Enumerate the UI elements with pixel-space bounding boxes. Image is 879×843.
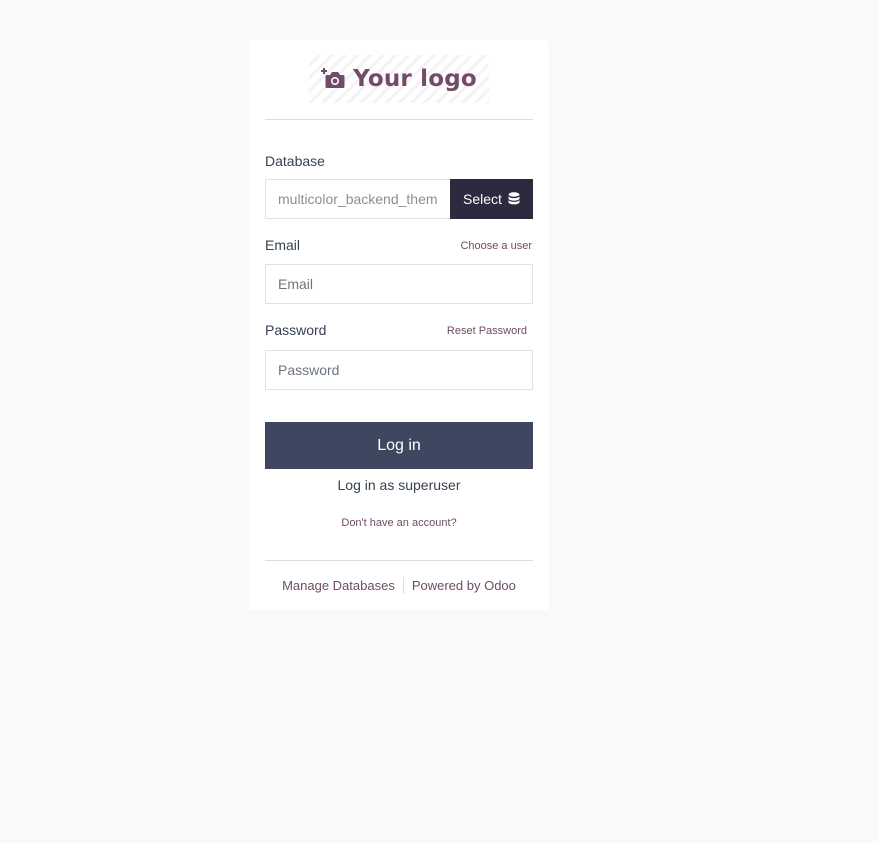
company-logo: Your logo [309,55,489,103]
database-value: multicolor_backend_them [278,191,438,207]
login-button[interactable]: Log in [265,422,533,469]
superuser-login-link[interactable]: Log in as superuser [249,477,549,493]
divider-bottom [265,560,533,561]
select-database-button[interactable]: Select [450,179,533,219]
choose-user-link[interactable]: Choose a user [460,240,532,252]
signup-link[interactable]: Don't have an account? [249,517,549,529]
database-field[interactable]: multicolor_backend_them [265,179,451,219]
logo-text: Your logo [353,66,477,92]
select-button-label: Select [463,191,502,207]
password-label: Password [265,322,327,338]
database-icon [508,192,520,206]
manage-databases-link[interactable]: Manage Databases [274,578,403,593]
reset-password-link[interactable]: Reset Password [447,325,527,337]
divider-top [265,119,533,120]
database-label: Database [265,153,325,169]
password-field[interactable] [265,350,533,390]
email-label: Email [265,237,301,253]
footer: Manage Databases Powered by Odoo [249,577,549,594]
camera-plus-icon [321,68,345,90]
powered-by-odoo-link[interactable]: Powered by Odoo [404,578,524,593]
email-field[interactable] [265,264,533,304]
login-card: Your logo Database multicolor_backend_th… [249,40,549,610]
